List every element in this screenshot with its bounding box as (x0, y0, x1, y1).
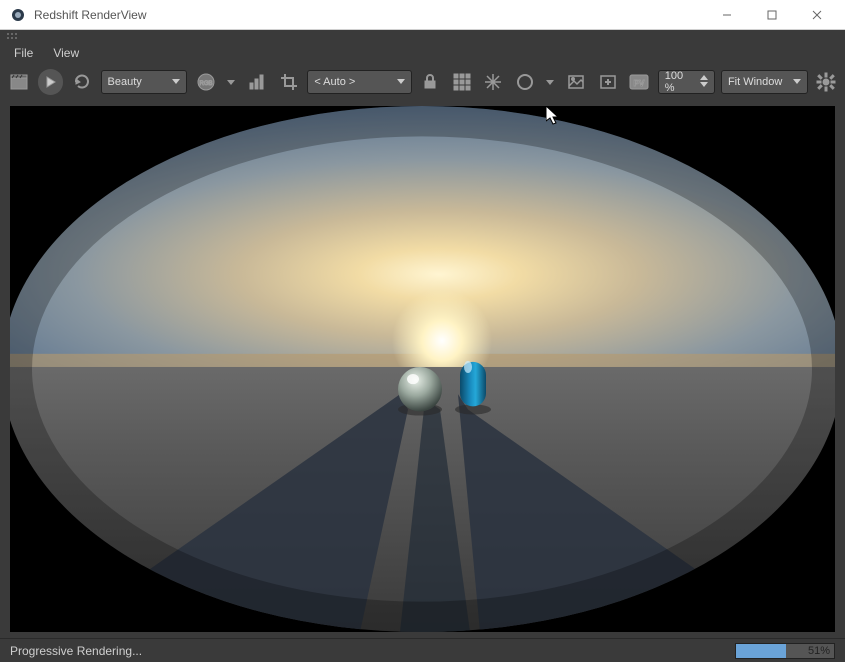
channel-dropdown-label: Beauty (108, 76, 142, 88)
progress-bar: 51% (735, 643, 835, 659)
fit-dropdown[interactable]: Fit Window (721, 70, 808, 94)
lock-icon[interactable] (418, 69, 444, 95)
circle-icon[interactable] (512, 69, 538, 95)
clapperboard-icon[interactable] (6, 69, 32, 95)
render-viewport-frame (10, 106, 835, 632)
grid-icon[interactable] (449, 69, 475, 95)
auto-dropdown-label: < Auto > (314, 76, 355, 88)
chevron-down-icon (397, 76, 405, 88)
crop-icon[interactable] (276, 69, 302, 95)
statusbar: Progressive Rendering... 51% (0, 638, 845, 662)
titlebar: Redshift RenderView (0, 0, 845, 30)
progress-fill (736, 644, 786, 658)
chevron-down-icon (172, 76, 180, 88)
freeze-icon[interactable] (481, 69, 507, 95)
menu-view[interactable]: View (43, 44, 89, 62)
gear-icon[interactable] (814, 69, 840, 95)
zoom-value: 100 % (665, 70, 696, 94)
spinner-arrows-icon (700, 75, 708, 90)
rgb-icon[interactable]: RGB (193, 69, 219, 95)
rgb-dropdown-caret[interactable] (225, 78, 239, 86)
maximize-button[interactable] (749, 0, 794, 30)
zoom-spinner[interactable]: 100 % (658, 70, 715, 94)
refresh-icon[interactable] (69, 69, 95, 95)
channel-dropdown[interactable]: Beauty (101, 70, 188, 94)
svg-text:PV: PV (634, 79, 645, 88)
menu-file[interactable]: File (4, 44, 43, 62)
snapshot-add-icon[interactable] (595, 69, 621, 95)
render-viewport[interactable] (10, 106, 835, 632)
chevron-down-icon (793, 76, 801, 88)
play-button[interactable] (38, 69, 64, 95)
dock-griprow (0, 30, 845, 42)
auto-dropdown[interactable]: < Auto > (307, 70, 411, 94)
picture-viewer-icon[interactable]: PV (626, 69, 652, 95)
status-text: Progressive Rendering... (10, 644, 142, 658)
fit-dropdown-label: Fit Window (728, 76, 782, 88)
image-icon[interactable] (563, 69, 589, 95)
progress-percent-label: 51% (808, 645, 830, 657)
app-icon (10, 7, 26, 23)
levels-icon[interactable] (244, 69, 270, 95)
window-title: Redshift RenderView (34, 8, 704, 22)
dock-grip-icon[interactable] (6, 32, 18, 40)
menubar: File View (0, 42, 845, 64)
toolbar: Beauty RGB < Auto > PV (0, 64, 845, 100)
svg-text:RGB: RGB (199, 81, 212, 87)
circle-dropdown-caret[interactable] (544, 78, 558, 86)
minimize-button[interactable] (704, 0, 749, 30)
close-button[interactable] (794, 0, 839, 30)
